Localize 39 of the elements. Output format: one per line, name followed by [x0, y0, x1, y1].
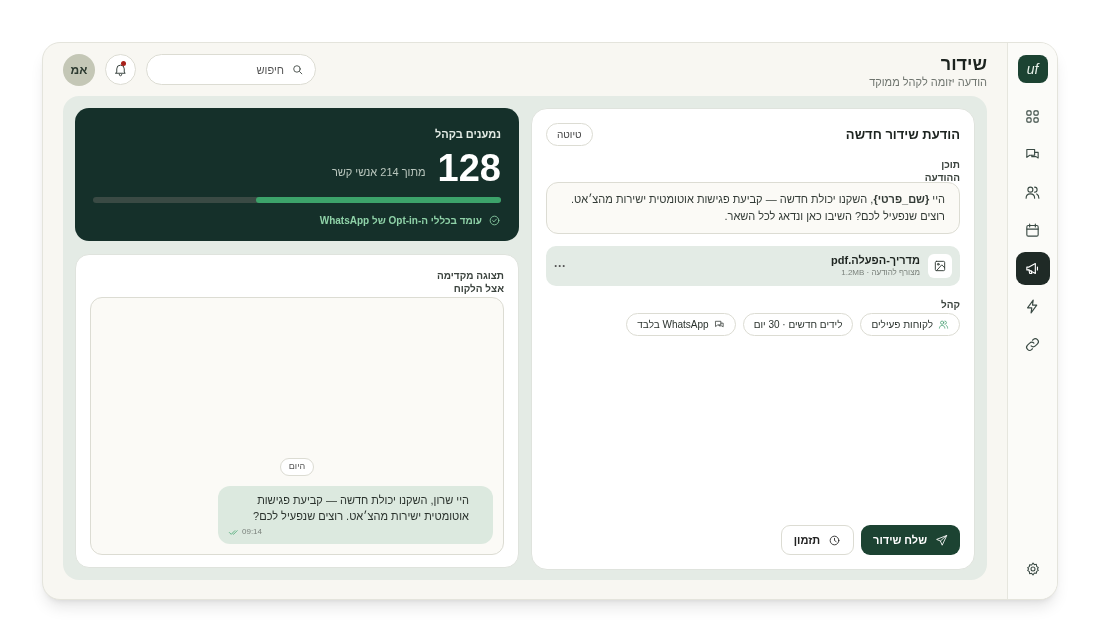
settings-icon	[1024, 561, 1041, 577]
logo[interactable]: uf	[1017, 55, 1048, 83]
link-icon	[1024, 335, 1041, 353]
audience-chip[interactable]: לידים חדשים · 30 יום	[742, 313, 854, 336]
date-label: היום	[279, 458, 315, 476]
audience-chip[interactable]: WhatsApp בלבד	[626, 313, 736, 336]
file-name: מדריך-הפעלה.pdf	[831, 254, 920, 267]
recipient-total: מתוך 214 אנשי קשר	[331, 165, 426, 180]
bubble-text: היי שרון, השקנו יכולת חדשה — קביעת פגישות אוטומטית ישירות מהצ׳אט. רוצים שנפעיל לכם?	[252, 493, 469, 524]
recipient-count: 128	[437, 146, 501, 189]
send-button[interactable]: שלח שידור	[861, 525, 960, 555]
notification-button[interactable]	[105, 54, 136, 85]
audience-chip[interactable]: לקוחות פעילים	[860, 313, 960, 336]
file-meta: מצורף להודעה · 1.2MB	[840, 267, 920, 278]
schedule-button[interactable]: תזמון	[780, 525, 855, 555]
field-label: קהל	[940, 298, 960, 311]
search-field[interactable]: חיפוש	[146, 54, 316, 85]
message-time: 09:14	[242, 526, 263, 538]
compliance-note: עומד בכללי ה-Opt-in של WhatsApp	[319, 213, 482, 228]
card-title: תצוגה מקדימה אצל הלקוח	[436, 269, 504, 296]
image-icon	[933, 259, 947, 273]
page-title: שידור	[939, 52, 987, 75]
check-circle-icon	[488, 213, 501, 227]
card-title: הודעת שידור חדשה	[845, 125, 960, 144]
users-icon	[938, 319, 949, 330]
calendar-icon	[1024, 221, 1041, 239]
more-button[interactable]: ···	[554, 257, 566, 275]
avatar[interactable]: אמ	[63, 53, 95, 86]
card-title: נמענים בקהל	[434, 127, 501, 142]
clock-icon	[828, 533, 842, 547]
bell-icon	[113, 62, 128, 77]
page-subtitle: הודעה יזומה לקהל ממוקד	[869, 74, 987, 89]
chat-bubbles-icon	[713, 319, 725, 330]
grid-icon	[1024, 107, 1041, 125]
nav-button[interactable]	[1015, 251, 1050, 285]
send-icon	[935, 533, 948, 547]
message-field[interactable]: היי {שם_פרטי}, השקנו יכולת חדשה — קביעת פגישות אוטומטית ישירות מהצ׳אט. רוצים שנפעיל לכם? השיבו כאן ונדאג לכל השאר.	[546, 182, 960, 234]
field-label: תוכן ההודעה	[923, 158, 960, 184]
search-icon	[291, 63, 304, 76]
